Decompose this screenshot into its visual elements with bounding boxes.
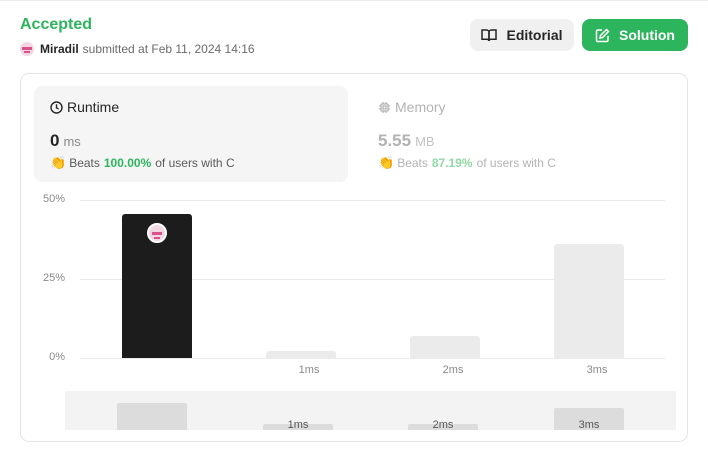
x-tick-label: 2ms	[442, 364, 464, 376]
memory-title-text: Memory	[395, 99, 446, 115]
clock-icon	[50, 100, 63, 114]
submission-meta: Miradil submitted at Feb 11, 2024 14:16	[20, 42, 255, 56]
runtime-beats-prefix: Beats	[69, 156, 100, 170]
memory-beats: 👏 Beats 87.19% of users with C	[378, 155, 556, 171]
runtime-title: Runtime	[50, 99, 119, 115]
overview-label: 1ms	[287, 419, 309, 430]
book-open-icon	[481, 29, 498, 42]
chart-overview-scrollbar[interactable]: 1ms 2ms 3ms	[65, 391, 676, 430]
x-tick-label: 1ms	[298, 364, 320, 376]
memory-value: 5.55 MB	[378, 131, 435, 151]
solution-label: Solution	[619, 27, 675, 43]
chart-gridline	[80, 358, 665, 359]
submission-status: Accepted	[20, 16, 93, 33]
y-tick-label: 50%	[42, 193, 65, 205]
memory-beats-percent: 87.19%	[431, 156, 473, 170]
runtime-title-text: Runtime	[67, 99, 120, 115]
overview-label: 3ms	[578, 419, 600, 430]
memory-title: Memory	[378, 99, 446, 115]
edit-icon	[595, 27, 610, 42]
chart-bar[interactable]	[410, 335, 480, 358]
runtime-unit: ms	[63, 134, 81, 149]
runtime-beats-suffix: of users with C	[155, 156, 235, 170]
overview-bar	[117, 402, 187, 430]
editorial-button[interactable]: Editorial	[470, 19, 574, 51]
chart-bar[interactable]	[554, 244, 624, 358]
overview-label: 2ms	[432, 419, 454, 430]
editorial-label: Editorial	[506, 27, 563, 43]
y-tick-label: 25%	[42, 272, 65, 284]
memory-beats-prefix: Beats	[397, 156, 428, 170]
runtime-value: 0 ms	[50, 131, 81, 151]
runtime-beats-percent: 100.00%	[103, 156, 152, 170]
result-card: Runtime 0 ms 👏 Beats 100.00% of users wit…	[20, 73, 688, 442]
runtime-beats: 👏 Beats 100.00% of users with C	[50, 155, 235, 171]
chart-gridline	[80, 200, 665, 201]
y-tick-label: 0%	[49, 351, 65, 363]
chart-bar[interactable]	[266, 351, 336, 358]
solution-button[interactable]: Solution	[582, 19, 688, 51]
memory-value-number: 5.55	[378, 131, 412, 150]
chip-icon	[379, 101, 390, 113]
x-tick-label: 3ms	[586, 364, 608, 376]
memory-beats-suffix: of users with C	[476, 156, 556, 170]
runtime-tab[interactable]: Runtime 0 ms 👏 Beats 100.00% of users wit…	[34, 86, 348, 182]
submitted-at-text: submitted at Feb 11, 2024 14:16	[82, 42, 255, 56]
user-avatar[interactable]	[20, 42, 34, 56]
clap-icon: 👏	[50, 155, 67, 170]
memory-tab[interactable]: Memory 5.55 MB 👏 Beats 87.19% of users wi…	[362, 86, 676, 182]
runtime-value-number: 0	[50, 131, 60, 150]
username-link[interactable]: Miradil	[40, 42, 79, 56]
clap-icon: 👏	[378, 155, 395, 170]
top-divider	[0, 0, 708, 1]
runtime-distribution-chart: 0% 25% 50% 1ms 2ms 3ms	[21, 184, 689, 384]
memory-unit: MB	[415, 134, 435, 149]
